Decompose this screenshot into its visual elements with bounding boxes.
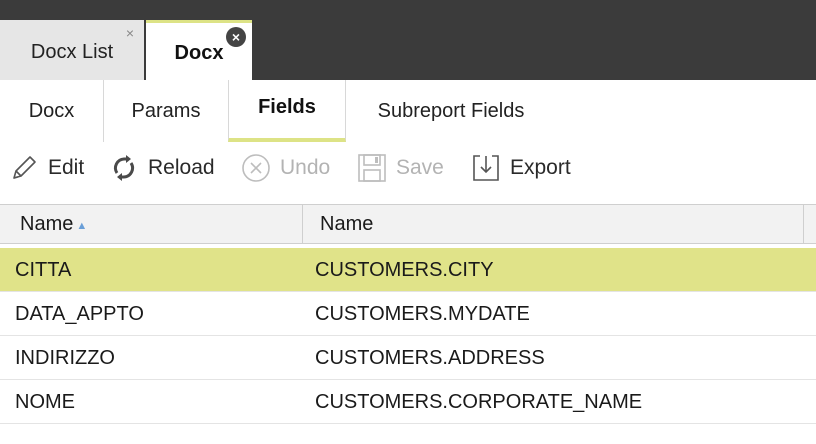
subtab-fields-label: Fields (258, 95, 316, 118)
row-field-cell: CUSTOMERS.CORPORATE_NAME (315, 390, 643, 413)
subtab-docx-label: Docx (28, 99, 75, 122)
grid-header: Name ▲ Name (0, 204, 816, 244)
tab-docx-label: Docx (174, 42, 224, 64)
export-label: Export (510, 156, 571, 179)
subtab-docx[interactable]: Docx (0, 80, 104, 142)
grid-body: CITTA CUSTOMERS.CITY DATA_APPTO CUSTOMER… (0, 248, 816, 424)
tab-docx-list[interactable]: Docx List × (0, 20, 144, 80)
row-field-cell: CUSTOMERS.ADDRESS (315, 346, 545, 369)
column-header-field-label: Name (320, 212, 374, 235)
undo-icon (242, 154, 270, 182)
column-header-name[interactable]: Name ▲ (0, 205, 303, 243)
row-name-cell: NOME (15, 390, 75, 413)
column-header-name-label: Name (20, 212, 74, 235)
subtab-subreport-fields[interactable]: Subreport Fields (346, 80, 556, 142)
row-name-cell: INDIRIZZO (15, 346, 115, 369)
close-icon[interactable]: × (126, 26, 134, 40)
table-row[interactable]: INDIRIZZO CUSTOMERS.ADDRESS (0, 336, 816, 380)
export-icon (473, 155, 499, 181)
sub-tab-bar: Docx Params Fields Subreport Fields (0, 80, 816, 142)
save-button[interactable]: Save (356, 150, 444, 186)
edit-label: Edit (48, 156, 85, 179)
subtab-subreport-fields-label: Subreport Fields (377, 99, 525, 122)
export-button[interactable]: Export (470, 150, 571, 186)
subtab-params[interactable]: Params (104, 80, 228, 142)
pencil-icon (13, 156, 36, 179)
save-label: Save (396, 156, 444, 179)
row-field-cell: CUSTOMERS.MYDATE (315, 302, 530, 325)
column-header-field[interactable]: Name (303, 205, 804, 243)
subtab-fields[interactable]: Fields (228, 80, 346, 142)
reload-label: Reload (148, 156, 215, 179)
close-icon[interactable]: × (226, 27, 246, 47)
sort-ascending-icon: ▲ (76, 220, 88, 232)
save-icon (358, 154, 386, 182)
toolbar: Edit Reload Undo Save Export (0, 142, 816, 194)
row-name-cell: DATA_APPTO (15, 302, 144, 325)
table-row[interactable]: DATA_APPTO CUSTOMERS.MYDATE (0, 292, 816, 336)
table-row[interactable]: NOME CUSTOMERS.CORPORATE_NAME (0, 380, 816, 424)
subtab-params-label: Params (131, 99, 201, 122)
row-field-cell: CUSTOMERS.CITY (315, 258, 494, 281)
undo-button[interactable]: Undo (240, 150, 330, 186)
edit-button[interactable]: Edit (8, 150, 84, 186)
undo-label: Undo (280, 156, 331, 179)
tab-docx-list-label: Docx List (30, 40, 114, 63)
table-row[interactable]: CITTA CUSTOMERS.CITY (0, 248, 816, 292)
reload-icon (113, 155, 135, 181)
reload-button[interactable]: Reload (108, 150, 215, 186)
row-name-cell: CITTA (15, 258, 72, 281)
tab-docx[interactable]: Docx × (146, 20, 252, 80)
window-tab-bar: Docx List × Docx × (0, 0, 816, 80)
